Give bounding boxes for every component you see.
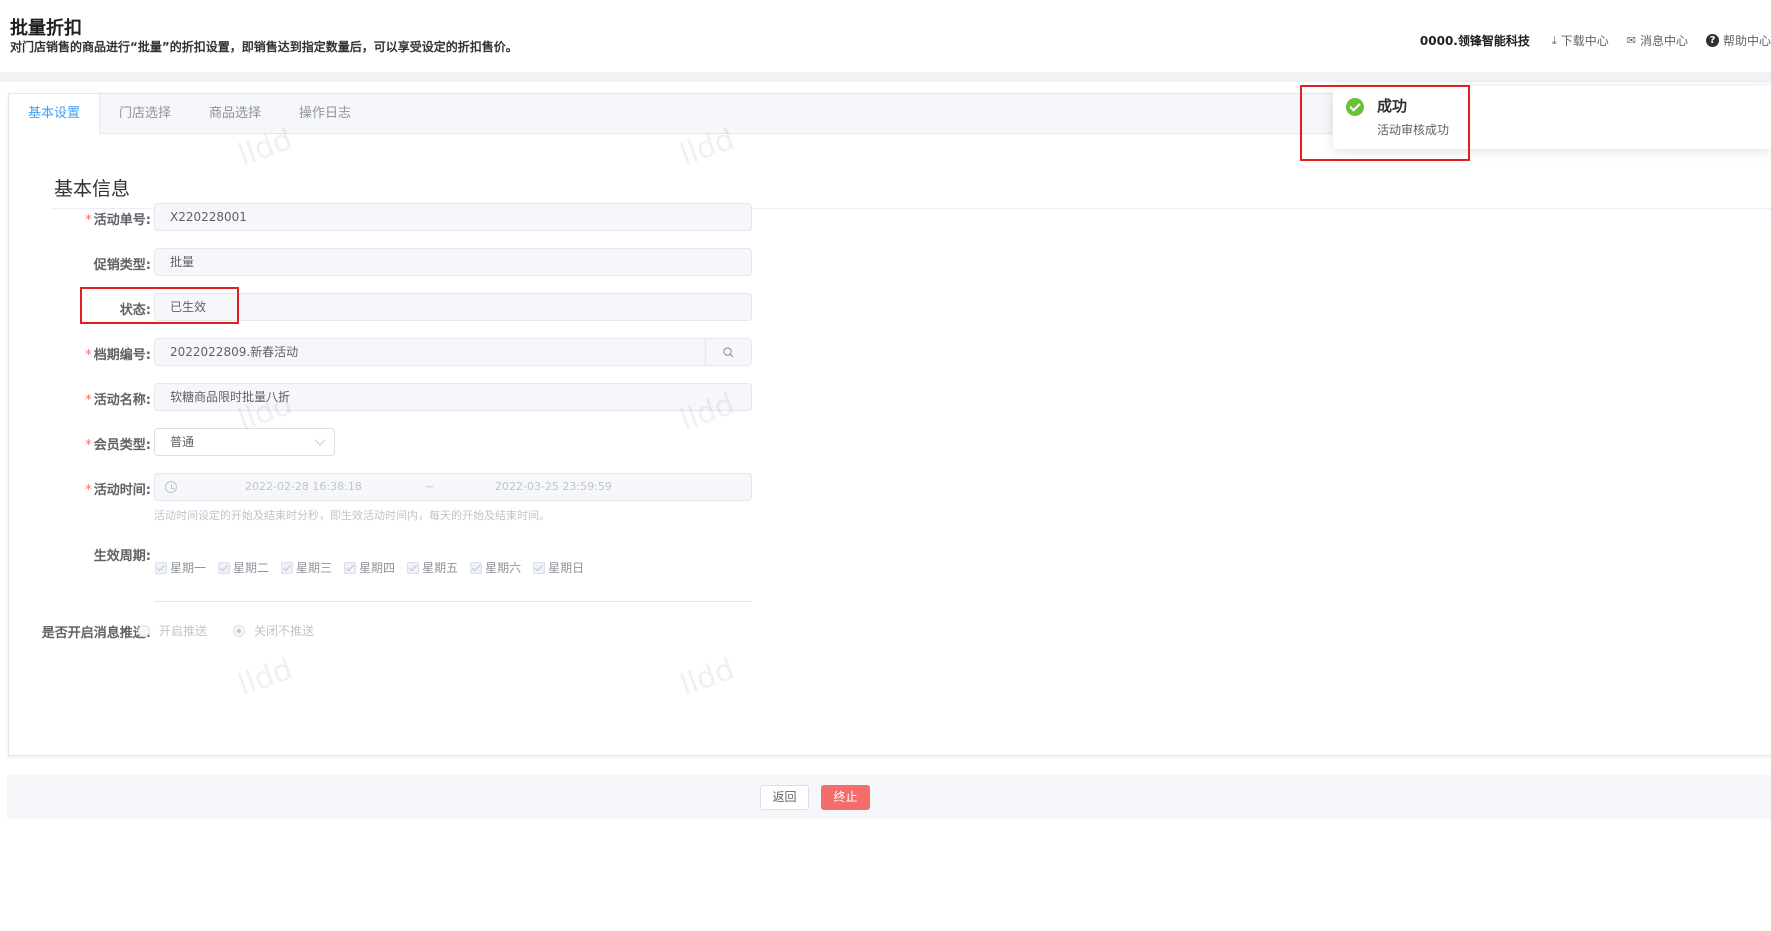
activity-time-label: * 活动时间: bbox=[85, 483, 151, 498]
activity-time-hint: 活动时间设定的开始及结束时分秒，即生效活动时间内，每天的开始及结束时间。 bbox=[154, 509, 550, 522]
checkbox-icon bbox=[218, 561, 231, 574]
message-center-link[interactable]: ✉ 消息中心 bbox=[1627, 32, 1688, 49]
required-mark: * bbox=[85, 438, 92, 453]
company-name: 0000.领锋智能科技 bbox=[1419, 34, 1530, 48]
chevron-down-icon bbox=[314, 434, 326, 446]
member-type-row: * 会员类型: 普通 bbox=[9, 428, 769, 456]
checkbox-icon bbox=[407, 561, 420, 574]
checkbox-icon bbox=[470, 561, 483, 574]
main-card: 基本设置 门店选择 商品选择 操作日志 基本信息 * 活动单号: X2202280… bbox=[8, 93, 1771, 756]
member-type-label: * 会员类型: bbox=[85, 438, 151, 453]
schedule-no-field[interactable]: 2022022809.新春活动 bbox=[154, 338, 752, 366]
schedule-no-row: * 档期编号: 2022022809.新春活动 bbox=[9, 338, 769, 366]
back-button[interactable]: 返回 bbox=[760, 785, 809, 810]
checkbox-icon bbox=[281, 561, 294, 574]
checkbox-icon bbox=[533, 561, 546, 574]
required-mark: * bbox=[85, 393, 92, 408]
cycle-divider bbox=[154, 601, 752, 602]
member-type-value: 普通 bbox=[170, 435, 195, 449]
section-title: 基本信息 bbox=[54, 178, 131, 200]
footer-bar: 返回 终止 bbox=[7, 775, 1771, 819]
required-mark: * bbox=[85, 213, 92, 228]
activity-no-label: * 活动单号: bbox=[85, 213, 151, 228]
terminate-button[interactable]: 终止 bbox=[821, 785, 870, 810]
member-type-select[interactable]: 普通 bbox=[154, 428, 335, 456]
mail-icon: ✉ bbox=[1626, 34, 1636, 47]
clock-icon bbox=[165, 481, 177, 493]
radio-icon bbox=[233, 624, 246, 637]
weekday-checkbox: 星期五 bbox=[407, 559, 458, 576]
message-center-label: 消息中心 bbox=[1639, 34, 1688, 48]
checkbox-icon bbox=[155, 561, 167, 574]
download-center-link[interactable]: ⤓ 下载中心 bbox=[1552, 32, 1609, 49]
highlight-box-status bbox=[80, 287, 239, 324]
checkbox-icon bbox=[344, 561, 357, 574]
weekday-checkbox: 星期日 bbox=[533, 559, 584, 576]
help-center-link[interactable]: ? 帮助中心 bbox=[1705, 32, 1771, 49]
schedule-no-label: * 档期编号: bbox=[85, 348, 151, 363]
weekday-checkbox: 星期四 bbox=[344, 559, 395, 576]
weekday-checkbox: 星期六 bbox=[470, 559, 521, 576]
tab-product-selection[interactable]: 商品选择 bbox=[190, 94, 280, 134]
schedule-no-value: 2022022809.新春活动 bbox=[170, 345, 299, 359]
effective-cycle-row: 生效周期: 星期一 星期二 星期三 星期四 星期五 星期六 星期日 bbox=[9, 539, 769, 589]
header-separator bbox=[0, 72, 1771, 82]
tab-basic-settings[interactable]: 基本设置 bbox=[9, 94, 101, 135]
activity-time-row: * 活动时间: 2022-02-28 16:38:18 ~ 2022-03-25 … bbox=[9, 473, 769, 533]
activity-name-row: * 活动名称: 软糖商品限时批量八折 bbox=[9, 383, 769, 411]
page-header: 批量折扣 对门店销售的商品进行“批量”的折扣设置，即销售达到指定数量后，可以享受… bbox=[0, 0, 1771, 72]
radio-icon bbox=[138, 624, 150, 637]
page-description: 对门店销售的商品进行“批量”的折扣设置，即销售达到指定数量后，可以享受设定的折扣… bbox=[10, 40, 518, 54]
activity-time-range: 2022-02-28 16:38:18 ~ 2022-03-25 23:59:5… bbox=[154, 473, 752, 501]
push-row: 是否开启消息推送: 开启推送 关闭不推送 bbox=[9, 616, 769, 644]
required-mark: * bbox=[85, 483, 92, 498]
activity-name-label: * 活动名称: bbox=[85, 393, 151, 408]
weekday-checkbox: 星期一 bbox=[155, 559, 206, 576]
tab-store-selection[interactable]: 门店选择 bbox=[100, 94, 190, 134]
weekday-checkbox: 星期二 bbox=[218, 559, 269, 576]
download-icon: ⤓ bbox=[1551, 33, 1557, 47]
activity-name-field[interactable]: 软糖商品限时批量八折 bbox=[154, 383, 752, 411]
start-time: 2022-02-28 16:38:18 bbox=[245, 480, 362, 493]
push-on-radio: 开启推送 bbox=[138, 622, 207, 639]
promo-type-field: 批量 bbox=[154, 248, 752, 276]
page-title: 批量折扣 bbox=[10, 18, 82, 39]
help-icon: ? bbox=[1705, 34, 1719, 47]
push-label: 是否开启消息推送: bbox=[41, 626, 151, 641]
effective-cycle-label: 生效周期: bbox=[93, 549, 151, 564]
push-radio-group: 开启推送 关闭不推送 bbox=[138, 622, 340, 639]
tab-operation-log[interactable]: 操作日志 bbox=[280, 94, 370, 134]
promo-type-row: 促销类型: 批量 bbox=[9, 248, 769, 276]
help-center-label: 帮助中心 bbox=[1722, 34, 1771, 48]
activity-no-row: * 活动单号: X220228001 bbox=[9, 203, 769, 231]
highlight-box-toast bbox=[1300, 85, 1470, 161]
range-separator: ~ bbox=[425, 480, 435, 493]
search-icon bbox=[723, 346, 734, 357]
status-field: 已生效 bbox=[154, 293, 752, 321]
promo-type-label: 促销类型: bbox=[93, 258, 151, 273]
end-time: 2022-03-25 23:59:59 bbox=[495, 480, 612, 493]
download-center-label: 下载中心 bbox=[1560, 34, 1609, 48]
activity-no-field: X220228001 bbox=[154, 203, 752, 231]
header-toolbar: 0000.领锋智能科技 ⤓ 下载中心 ✉ 消息中心 ? 帮助中心 bbox=[1420, 32, 1771, 49]
weekday-checkbox: 星期三 bbox=[281, 559, 332, 576]
required-mark: * bbox=[85, 348, 92, 363]
schedule-search-button[interactable] bbox=[705, 339, 751, 365]
push-off-radio: 关闭不推送 bbox=[233, 622, 314, 639]
weekday-checkboxes: 星期一 星期二 星期三 星期四 星期五 星期六 星期日 bbox=[155, 559, 596, 576]
